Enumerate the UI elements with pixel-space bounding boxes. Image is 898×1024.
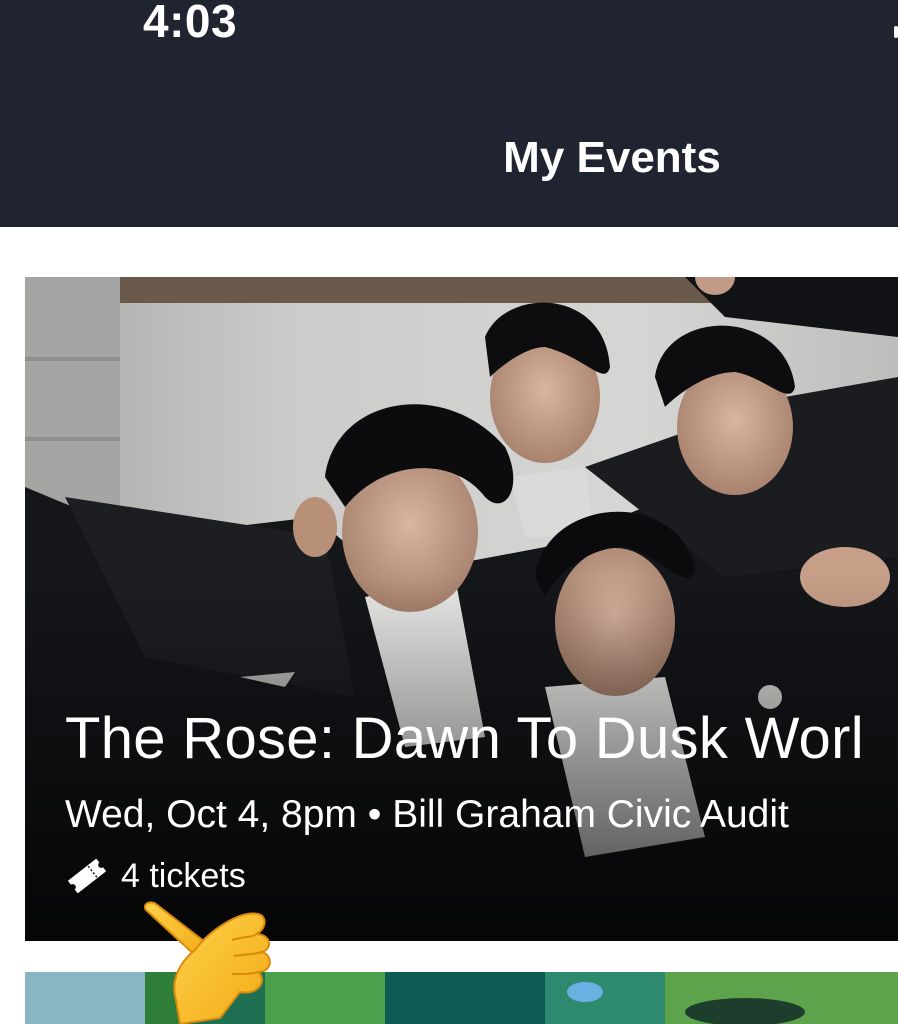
app-header: 4:03 My Events xyxy=(0,0,898,227)
ticket-count-label: 4 tickets xyxy=(121,857,246,895)
event-photo-overlay xyxy=(25,277,898,941)
pointing-hand-icon xyxy=(144,901,271,1024)
status-bar-time: 4:03 xyxy=(143,0,238,47)
event-title: The Rose: Dawn To Dusk Worl xyxy=(65,706,864,771)
event-card[interactable]: The Rose: Dawn To Dusk Worl Wed, Oct 4, … xyxy=(25,277,898,941)
ticket-count[interactable]: 4 tickets xyxy=(65,859,246,893)
ticket-icon xyxy=(67,859,107,893)
event-date-venue: Wed, Oct 4, 8pm • Bill Graham Civic Audi… xyxy=(65,793,789,836)
page-title: My Events xyxy=(503,133,721,182)
status-bar-icon xyxy=(894,26,898,38)
